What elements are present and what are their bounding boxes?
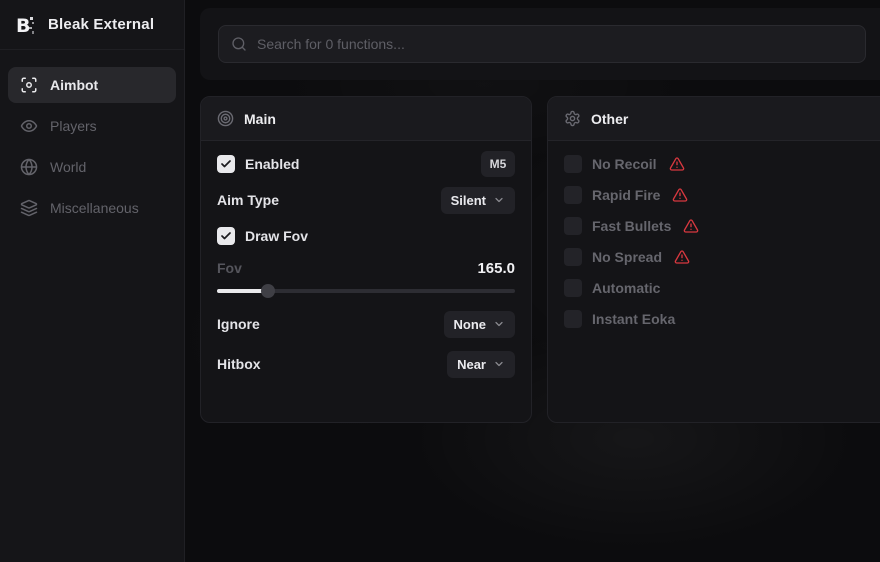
warning-icon bbox=[669, 156, 685, 172]
target-icon bbox=[217, 110, 234, 127]
fov-block: Fov 165.0 bbox=[217, 258, 515, 298]
sidebar-item-players[interactable]: Players bbox=[8, 108, 176, 144]
search-input[interactable] bbox=[257, 36, 853, 52]
enabled-checkbox[interactable] bbox=[217, 155, 235, 173]
instant-eoka-checkbox[interactable] bbox=[564, 310, 582, 328]
sidebar: B Bleak External Aimbot bbox=[0, 0, 185, 562]
automatic-label: Automatic bbox=[592, 280, 660, 296]
hitbox-value: Near bbox=[457, 357, 486, 372]
no-recoil-checkbox[interactable] bbox=[564, 155, 582, 173]
slider-thumb[interactable] bbox=[261, 284, 275, 298]
rapid-fire-label: Rapid Fire bbox=[592, 187, 660, 203]
svg-text:B: B bbox=[16, 15, 30, 37]
check-icon bbox=[220, 158, 232, 170]
hitbox-label: Hitbox bbox=[217, 356, 261, 372]
rapid-fire-checkbox[interactable] bbox=[564, 186, 582, 204]
fov-slider[interactable] bbox=[217, 284, 515, 298]
warning-icon bbox=[674, 249, 690, 265]
search-bar[interactable] bbox=[218, 25, 866, 63]
layers-icon bbox=[20, 199, 38, 217]
automatic-row: Automatic bbox=[564, 274, 875, 302]
no-spread-row: No Spread bbox=[564, 243, 875, 271]
no-spread-label: No Spread bbox=[592, 249, 662, 265]
hitbox-row: Hitbox Near bbox=[217, 350, 515, 378]
app-title: Bleak External bbox=[48, 16, 154, 33]
aim-type-select[interactable]: Silent bbox=[441, 187, 515, 214]
panel-other: Other No Recoil Rapid Fire Fast Bullets bbox=[547, 96, 880, 423]
ignore-value: None bbox=[454, 317, 487, 332]
sidebar-item-aimbot[interactable]: Aimbot bbox=[8, 67, 176, 103]
panel-other-body: No Recoil Rapid Fire Fast Bullets No Spr… bbox=[548, 141, 880, 333]
slider-fill bbox=[217, 289, 268, 293]
automatic-checkbox[interactable] bbox=[564, 279, 582, 297]
panel-title: Other bbox=[591, 111, 628, 127]
sidebar-header: B Bleak External bbox=[0, 0, 184, 50]
enabled-label: Enabled bbox=[245, 156, 299, 172]
warning-icon bbox=[672, 187, 688, 203]
aim-type-label: Aim Type bbox=[217, 192, 279, 208]
fov-value: 165.0 bbox=[477, 260, 515, 277]
draw-fov-label: Draw Fov bbox=[245, 228, 308, 244]
sidebar-item-label: Aimbot bbox=[50, 77, 98, 93]
panel-other-header: Other bbox=[548, 97, 880, 141]
no-spread-checkbox[interactable] bbox=[564, 248, 582, 266]
check-icon bbox=[220, 230, 232, 242]
search-icon bbox=[231, 36, 247, 52]
aim-type-value: Silent bbox=[451, 193, 486, 208]
fast-bullets-checkbox[interactable] bbox=[564, 217, 582, 235]
sidebar-item-miscellaneous[interactable]: Miscellaneous bbox=[8, 190, 176, 226]
sidebar-nav: Aimbot Players World bbox=[0, 50, 184, 226]
panel-main-body: Enabled M5 Aim Type Silent Draw Fov bbox=[201, 141, 531, 378]
no-recoil-row: No Recoil bbox=[564, 150, 875, 178]
chevron-down-icon bbox=[493, 318, 505, 330]
chevron-down-icon bbox=[493, 358, 505, 370]
sidebar-item-world[interactable]: World bbox=[8, 149, 176, 185]
fast-bullets-row: Fast Bullets bbox=[564, 212, 875, 240]
instant-eoka-row: Instant Eoka bbox=[564, 305, 875, 333]
warning-icon bbox=[683, 218, 699, 234]
gear-icon bbox=[564, 110, 581, 127]
sidebar-item-label: Miscellaneous bbox=[50, 200, 139, 216]
sidebar-item-label: Players bbox=[50, 118, 97, 134]
draw-fov-checkbox[interactable] bbox=[217, 227, 235, 245]
enabled-row: Enabled M5 bbox=[217, 150, 515, 178]
ignore-row: Ignore None bbox=[217, 310, 515, 338]
ignore-select[interactable]: None bbox=[444, 311, 516, 338]
brand-logo-icon: B bbox=[14, 13, 38, 37]
keybind-badge[interactable]: M5 bbox=[481, 151, 515, 177]
eye-icon bbox=[20, 117, 38, 135]
focus-icon bbox=[20, 76, 38, 94]
sidebar-item-label: World bbox=[50, 159, 86, 175]
globe-icon bbox=[20, 158, 38, 176]
instant-eoka-label: Instant Eoka bbox=[592, 311, 675, 327]
fast-bullets-label: Fast Bullets bbox=[592, 218, 671, 234]
fov-label: Fov bbox=[217, 260, 242, 276]
panel-title: Main bbox=[244, 111, 276, 127]
aim-type-row: Aim Type Silent bbox=[217, 186, 515, 214]
panel-main: Main Enabled M5 Aim Type Silent bbox=[200, 96, 532, 423]
draw-fov-row: Draw Fov bbox=[217, 222, 515, 250]
chevron-down-icon bbox=[493, 194, 505, 206]
no-recoil-label: No Recoil bbox=[592, 156, 657, 172]
panel-main-header: Main bbox=[201, 97, 531, 141]
ignore-label: Ignore bbox=[217, 316, 260, 332]
hitbox-select[interactable]: Near bbox=[447, 351, 515, 378]
rapid-fire-row: Rapid Fire bbox=[564, 181, 875, 209]
search-section bbox=[200, 8, 880, 80]
